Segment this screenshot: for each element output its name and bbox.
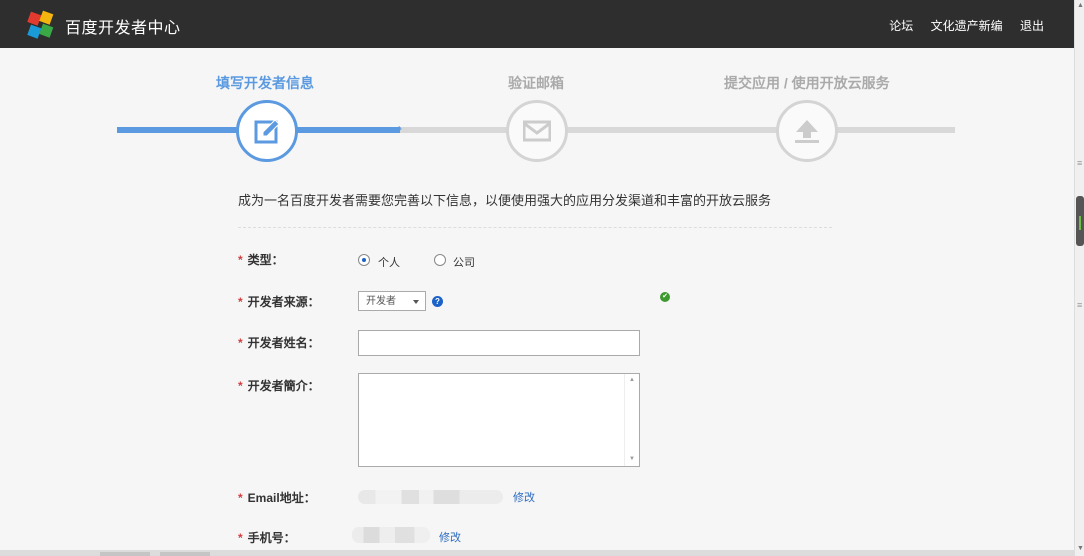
- source-label: * 开发者来源：: [238, 295, 320, 309]
- phone-value-redacted: [352, 527, 430, 543]
- scroll-grip-mark-icon: ≡: [1077, 158, 1083, 168]
- upload-icon: [795, 120, 819, 143]
- intro-text: 成为一名百度开发者需要您完善以下信息，以便使用强大的应用分发渠道和丰富的开放云服…: [238, 193, 772, 208]
- step-label-fill-info: 填写开发者信息: [216, 75, 314, 91]
- step-label-submit-app: 提交应用 / 使用开放云服务: [724, 75, 890, 91]
- email-value-redacted: [358, 490, 503, 504]
- edit-email-link[interactable]: 修改: [513, 489, 535, 505]
- nav-heritage-link[interactable]: 文化遗产新编: [931, 19, 1003, 33]
- brand-title: 百度开发者中心: [65, 20, 181, 37]
- chevron-down-icon: [413, 300, 419, 304]
- scroll-down-arrow-icon[interactable]: ▼: [629, 456, 635, 462]
- type-radio-company[interactable]: [434, 254, 446, 266]
- type-label: * 类型：: [238, 253, 284, 267]
- step-circle-verify-email: [506, 100, 568, 162]
- step-label-verify-email: 验证邮箱: [508, 75, 564, 91]
- baidu-developer-logo-icon[interactable]: [26, 10, 56, 40]
- developer-intro-label: * 开发者簡介：: [238, 379, 320, 393]
- scroll-up-arrow-icon[interactable]: ▲: [1077, 2, 1084, 10]
- edit-icon: [254, 119, 280, 144]
- taskbar-item[interactable]: [160, 552, 210, 556]
- scroll-indicator: [1079, 216, 1081, 230]
- developer-intro-textarea[interactable]: [358, 373, 640, 467]
- edit-phone-link[interactable]: 修改: [439, 529, 461, 545]
- scroll-down-arrow-icon[interactable]: ▼: [1077, 545, 1084, 553]
- type-option-company-label[interactable]: 公司: [453, 254, 475, 270]
- email-label: * Email地址：: [238, 491, 316, 505]
- divider: [238, 227, 832, 228]
- success-check-icon: ✔: [660, 292, 670, 302]
- scrollbar-thumb[interactable]: [1076, 196, 1084, 246]
- nav-logout-link[interactable]: 退出: [1020, 19, 1044, 33]
- top-nav: 论坛 文化遗产新编 退出: [875, 17, 1044, 34]
- help-icon[interactable]: ?: [432, 296, 443, 307]
- mail-icon: [523, 120, 551, 142]
- scroll-up-arrow-icon[interactable]: ▲: [629, 377, 635, 383]
- name-label: * 开发者姓名：: [238, 336, 320, 350]
- type-radio-personal[interactable]: [358, 254, 370, 266]
- phone-label: * 手机号：: [238, 531, 296, 545]
- nav-forum-link[interactable]: 论坛: [889, 19, 913, 33]
- scroll-grip-mark-icon: ≡: [1077, 300, 1083, 310]
- type-option-personal-label[interactable]: 个人: [378, 254, 400, 270]
- step-circle-fill-info: [236, 100, 298, 162]
- source-select-value: 开发者: [366, 296, 396, 307]
- taskbar-edge: [0, 550, 1074, 556]
- step-circle-submit-app: [776, 100, 838, 162]
- source-select[interactable]: 开发者: [358, 291, 426, 311]
- progress-arrow-icon: ›: [398, 121, 402, 135]
- taskbar-item[interactable]: [100, 552, 150, 556]
- top-bar: 百度开发者中心 论坛 文化遗产新编 退出: [0, 0, 1074, 48]
- developer-name-input[interactable]: [358, 330, 640, 356]
- progress-bar-remaining: [400, 127, 955, 133]
- page-scrollbar[interactable]: ▲ ▼: [1074, 0, 1084, 556]
- textarea-scrollbar[interactable]: ▲ ▼: [624, 374, 639, 466]
